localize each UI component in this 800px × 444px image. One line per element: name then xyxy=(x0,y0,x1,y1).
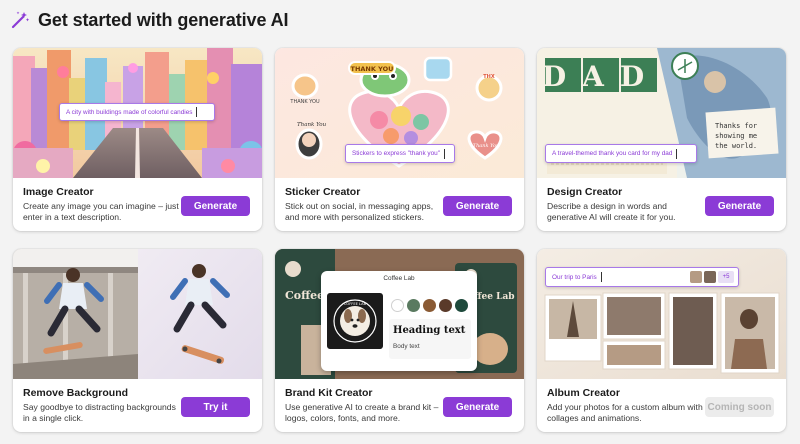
card-title: Remove Background xyxy=(23,387,129,399)
text-cursor xyxy=(676,148,678,159)
color-swatch xyxy=(455,299,468,312)
brand-kit-panel: Coffee Lab COFFEE LAB Heading text Body … xyxy=(321,271,477,371)
remove-background-try-button[interactable]: Try it xyxy=(181,397,250,417)
design-creator-thumbnail: DAD Thanks for showing me the world. A t… xyxy=(537,48,786,178)
sticker-creator-thumbnail: THANK YOU THANK YOU Thank You THX Thank … xyxy=(275,48,524,178)
sticker-label-heart: Thank You xyxy=(473,143,499,149)
brand-kit-thumbnail: Coffee Lab Coffee Lab Coffee Lab COFFEE … xyxy=(275,249,524,379)
design-prompt-text: A travel-themed thank you card for my da… xyxy=(552,150,673,157)
card-description: Add your photos for a custom album with … xyxy=(547,402,703,423)
color-swatch xyxy=(391,299,404,312)
svg-text:COFFEE LAB: COFFEE LAB xyxy=(344,302,367,306)
text-cursor xyxy=(444,148,446,159)
color-swatch xyxy=(439,299,452,312)
color-swatch xyxy=(423,299,436,312)
design-card-note: Thanks for xyxy=(715,122,757,130)
design-prompt-chip: A travel-themed thank you card for my da… xyxy=(545,144,697,163)
page-title: Get started with generative AI xyxy=(38,9,289,30)
card-design-creator[interactable]: DAD Thanks for showing me the world. A t… xyxy=(537,48,786,231)
design-card-big-text: DAD xyxy=(542,60,660,93)
magic-wand-icon xyxy=(11,11,30,29)
body-sample: Body text xyxy=(393,343,420,350)
album-creator-thumbnail: Our trip to Paris +5 xyxy=(537,249,786,379)
card-title: Sticker Creator xyxy=(285,186,361,198)
card-description: Describe a design in words and generativ… xyxy=(547,201,676,222)
photo-thumb xyxy=(690,271,702,283)
remove-background-thumbnail xyxy=(13,249,262,379)
card-sticker-creator[interactable]: THANK YOU THANK YOU Thank You THX Thank … xyxy=(275,48,524,231)
svg-text:showing me: showing me xyxy=(715,132,757,140)
card-description: Use generative AI to create a brand kit … xyxy=(285,402,439,423)
image-prompt-chip: A city with buildings made of colorful c… xyxy=(59,103,215,121)
card-remove-background[interactable]: Remove Background Say goodbye to distrac… xyxy=(13,249,262,432)
sticker-label-thank-you: THANK YOU xyxy=(351,65,394,73)
photo-thumb xyxy=(704,271,716,283)
album-prompt-chip: Our trip to Paris +5 xyxy=(545,267,739,287)
text-cursor xyxy=(196,107,198,117)
brand-kit-generate-button[interactable]: Generate xyxy=(443,397,512,417)
sticker-label-small: THANK YOU xyxy=(289,99,320,105)
image-creator-generate-button[interactable]: Generate xyxy=(181,196,250,216)
text-cursor xyxy=(600,272,602,282)
card-album-creator[interactable]: Our trip to Paris +5 Album Creator Add y… xyxy=(537,249,786,432)
card-description: Create any image you can imagine – just … xyxy=(23,201,179,222)
album-prompt-text: Our trip to Paris xyxy=(552,273,597,281)
brand-font-sample: Heading text Body text xyxy=(389,319,471,359)
sticker-prompt-text: Stickers to express "thank you" xyxy=(352,150,441,157)
more-photos-count: +5 xyxy=(718,271,734,283)
heading-sample: Heading text xyxy=(393,325,466,336)
sticker-creator-generate-button[interactable]: Generate xyxy=(443,196,512,216)
brand-logo: COFFEE LAB xyxy=(327,293,383,349)
card-title: Brand Kit Creator xyxy=(285,387,373,399)
svg-text:the world.: the world. xyxy=(715,142,757,150)
brand-kit-name: Coffee Lab xyxy=(383,275,415,282)
image-creator-thumbnail: A city with buildings made of colorful c… xyxy=(13,48,262,178)
card-title: Album Creator xyxy=(547,387,620,399)
page-header: Get started with generative AI xyxy=(10,8,289,32)
brand-color-swatches xyxy=(391,299,468,312)
sticker-prompt-chip: Stickers to express "thank you" xyxy=(345,144,455,163)
card-title: Image Creator xyxy=(23,186,94,198)
design-creator-generate-button[interactable]: Generate xyxy=(705,196,774,216)
card-description: Stick out on social, in messaging apps, … xyxy=(285,201,434,222)
sticker-label-thx: THX xyxy=(483,74,495,80)
dog-logo-icon: COFFEE LAB xyxy=(333,299,377,343)
album-creator-coming-soon-button: Coming soon xyxy=(705,397,774,417)
card-title: Design Creator xyxy=(547,186,623,198)
image-prompt-text: A city with buildings made of colorful c… xyxy=(66,108,193,116)
card-image-creator[interactable]: A city with buildings made of colorful c… xyxy=(13,48,262,231)
card-description: Say goodbye to distracting backgrounds i… xyxy=(23,402,176,423)
card-brand-kit-creator[interactable]: Coffee Lab Coffee Lab Coffee Lab COFFEE … xyxy=(275,249,524,432)
color-swatch xyxy=(407,299,420,312)
sticker-label-script: Thank You xyxy=(297,122,327,128)
